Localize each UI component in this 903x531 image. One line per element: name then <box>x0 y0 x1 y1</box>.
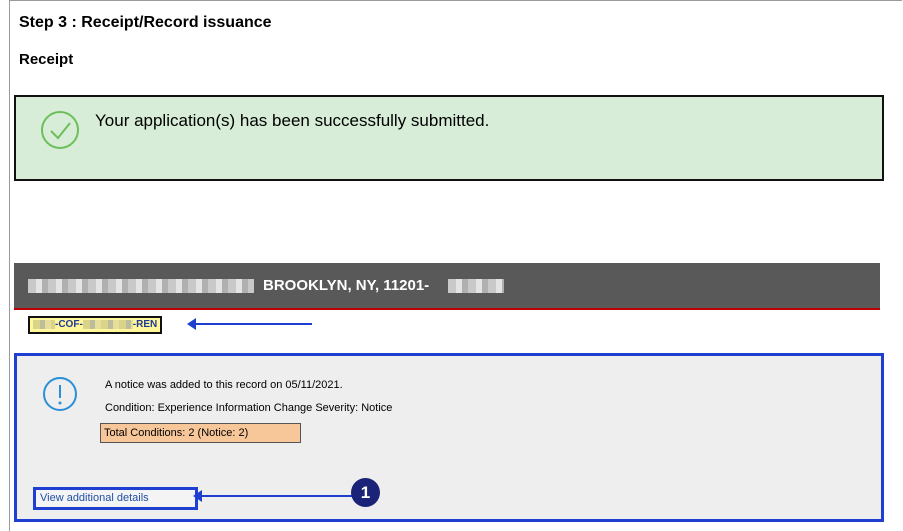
notice-date-text: A notice was added to this record on 05/… <box>105 379 343 391</box>
redacted-id-middle <box>82 319 133 329</box>
record-id-arrow <box>187 318 312 330</box>
record-address-bar: BROOKLYN, NY, 11201- <box>14 263 880 310</box>
notice-condition-text: Condition: Experience Information Change… <box>105 402 393 414</box>
record-address: BROOKLYN, NY, 11201- <box>263 277 430 294</box>
info-circle-icon <box>43 377 77 411</box>
redacted-zip <box>448 279 504 293</box>
success-message: Your application(s) has been successfull… <box>95 111 490 130</box>
details-link-arrow <box>193 490 352 502</box>
step-title: Step 3 : Receipt/Record issuance <box>19 14 272 31</box>
record-id-part2: -REN <box>132 319 158 330</box>
success-banner: Your application(s) has been successfull… <box>14 95 884 181</box>
notice-panel: A notice was added to this record on 05/… <box>14 353 884 522</box>
redacted-address <box>28 279 254 293</box>
record-id-highlight[interactable]: -COF- -REN <box>28 316 163 334</box>
callout-marker: 1 <box>351 478 380 507</box>
redacted-id-prefix <box>33 319 55 329</box>
record-id-part1: -COF- <box>55 319 83 330</box>
section-title: Receipt <box>19 51 74 68</box>
total-conditions-badge: Total Conditions: 2 (Notice: 2) <box>100 423 301 443</box>
view-details-link[interactable]: View additional details <box>33 487 198 510</box>
check-circle-icon <box>41 111 79 149</box>
